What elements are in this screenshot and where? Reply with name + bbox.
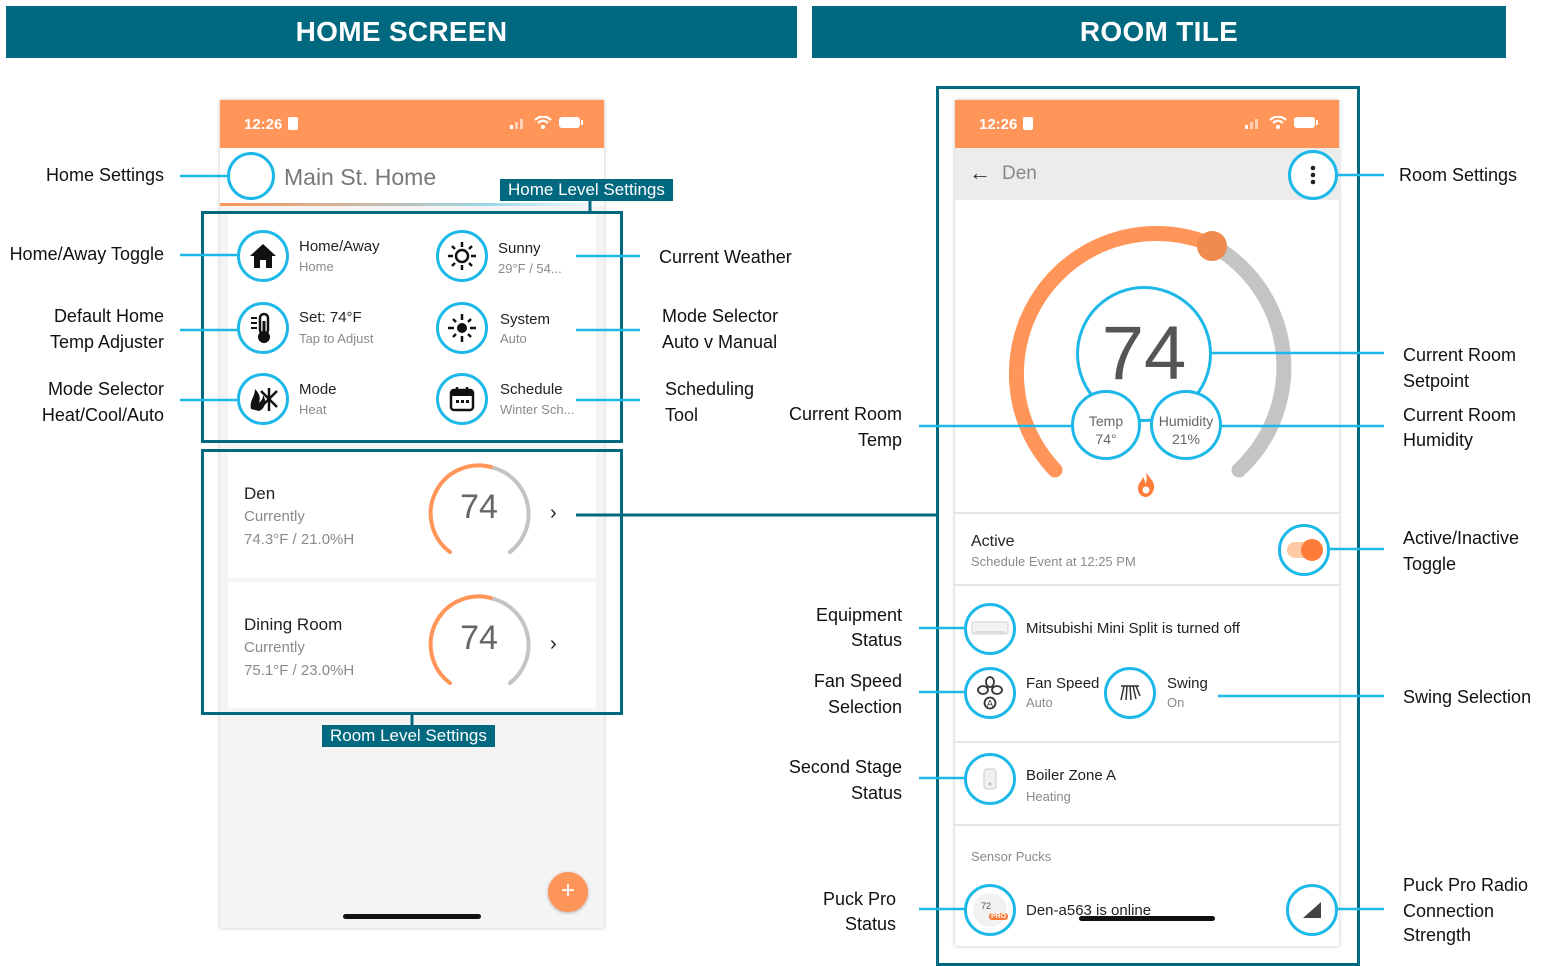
- back-arrow-icon[interactable]: ←: [969, 160, 991, 186]
- label-equipment: Equipment: [815, 605, 902, 625]
- label-fan-speed: Fan Speed: [813, 671, 902, 691]
- label-home-away: Home/Away Toggle: [9, 244, 164, 264]
- label-puck-pro: Puck Pro: [822, 889, 896, 909]
- puck-badge-temp: 72: [981, 901, 992, 911]
- active-toggle[interactable]: [1287, 539, 1323, 561]
- fan-auto-icon[interactable]: A: [964, 667, 1016, 719]
- puck-pro-icon: 72 PRO: [964, 884, 1016, 936]
- wifi-icon: [534, 116, 552, 129]
- label-scheduling: Scheduling: [665, 379, 755, 399]
- swing-sub: On: [1167, 695, 1185, 710]
- toggle-knob: [1301, 539, 1323, 561]
- signal-strength-icon[interactable]: [1286, 884, 1338, 936]
- label-setpoint: Setpoint: [1403, 371, 1470, 391]
- active-sub: Schedule Event at 12:25 PM: [971, 554, 1136, 569]
- label-active-toggle: Toggle: [1403, 554, 1457, 574]
- home-screen-banner: HOME SCREEN: [6, 6, 797, 58]
- status-icons: [1245, 116, 1319, 129]
- banner-title: ROOM TILE: [1079, 16, 1239, 47]
- big-setpoint[interactable]: 74: [1076, 306, 1212, 402]
- home-title: Main St. Home: [284, 164, 437, 190]
- home-indicator: [343, 914, 481, 919]
- active-toggle-ring[interactable]: [1278, 524, 1330, 576]
- humidity-value: 21%: [1171, 431, 1201, 447]
- flame-icon: [1138, 472, 1155, 497]
- kebab-menu-icon[interactable]: [1310, 165, 1316, 185]
- label-mode-auto: Mode Selector: [662, 306, 779, 326]
- svg-text:A: A: [987, 700, 994, 710]
- label-active-toggle: Active/Inactive: [1403, 528, 1520, 548]
- label-mode-selector: Heat/Cool/Auto: [41, 405, 164, 425]
- label-radio: Connection: [1403, 901, 1495, 921]
- divider: [955, 584, 1339, 586]
- label-second-stage: Status: [850, 783, 902, 803]
- label-equipment: Status: [850, 630, 902, 650]
- sim-icon: [288, 117, 298, 130]
- wifi-icon: [1269, 116, 1287, 129]
- header-gradient: [220, 203, 604, 206]
- label-mode-selector: Mode Selector: [47, 379, 164, 399]
- signal-icon: [1245, 118, 1258, 129]
- room-title: Den: [1002, 163, 1037, 184]
- status-bar: 12:26: [220, 100, 604, 148]
- room-level-frame: [201, 449, 623, 715]
- home-settings-menu-ring: [227, 152, 275, 200]
- label-room-settings: Room Settings: [1399, 165, 1518, 185]
- label-fan-speed: Selection: [827, 697, 902, 717]
- label-scheduling: Tool: [665, 405, 699, 425]
- room-header: ← Den: [955, 148, 1339, 200]
- divider: [955, 512, 1339, 514]
- room-tile-banner: ROOM TILE: [812, 6, 1506, 58]
- swing-title: Swing: [1167, 675, 1208, 692]
- active-title: Active: [971, 533, 1015, 550]
- boiler-sub: Heating: [1026, 789, 1071, 804]
- label-weather: Current Weather: [659, 247, 792, 267]
- status-time: 12:26: [979, 116, 1018, 133]
- home-level-frame: [201, 211, 623, 443]
- status-time: 12:26: [244, 116, 283, 133]
- humidity-label: Humidity: [1158, 413, 1214, 429]
- signal-icon: [510, 118, 523, 129]
- room-settings-ring[interactable]: [1288, 150, 1338, 200]
- equipment-status: Mitsubishi Mini Split is turned off: [1026, 620, 1240, 637]
- sim-icon: [1023, 117, 1033, 130]
- boiler-icon: [964, 753, 1016, 805]
- label-second-stage: Second Stage: [788, 757, 902, 777]
- divider: [955, 741, 1339, 743]
- divider: [955, 824, 1339, 826]
- label-radio: Strength: [1403, 925, 1472, 945]
- status-icons: [510, 116, 584, 129]
- battery-icon: [559, 117, 583, 128]
- status-bar: 12:26: [955, 100, 1339, 148]
- boiler-title: Boiler Zone A: [1026, 767, 1117, 784]
- sensor-pucks-header: Sensor Pucks: [971, 849, 1052, 864]
- label-room-temp: Current Room: [788, 404, 902, 424]
- puck-badge: 72 PRO: [973, 893, 1009, 927]
- label-setpoint: Current Room: [1403, 345, 1517, 365]
- label-room-temp: Temp: [857, 430, 902, 450]
- room-level-tag: Room Level Settings: [322, 725, 495, 747]
- home-indicator: [1079, 916, 1215, 921]
- battery-icon: [1294, 117, 1318, 128]
- label-humidity: Current Room: [1403, 405, 1517, 425]
- home-level-tag: Home Level Settings: [500, 179, 673, 201]
- add-fab-button[interactable]: +: [548, 872, 588, 912]
- mini-split-icon: [964, 603, 1016, 655]
- fan-sub: Auto: [1026, 695, 1053, 710]
- label-mode-auto: Auto v Manual: [662, 332, 778, 352]
- banner-title: HOME SCREEN: [295, 16, 508, 47]
- label-humidity: Humidity: [1403, 430, 1474, 450]
- temp-value: 74°: [1095, 431, 1117, 447]
- label-default-temp: Temp Adjuster: [49, 332, 164, 352]
- label-home-settings: Home Settings: [45, 165, 164, 185]
- label-default-temp: Default Home: [53, 306, 164, 326]
- puck-badge-pro: PRO: [989, 913, 1009, 920]
- label-swing: Swing Selection: [1403, 687, 1532, 707]
- temp-label: Temp: [1088, 413, 1124, 429]
- label-radio: Puck Pro Radio: [1403, 875, 1529, 895]
- label-puck-pro: Status: [844, 914, 896, 934]
- fan-title: Fan Speed: [1026, 675, 1100, 692]
- swing-icon[interactable]: [1104, 667, 1156, 719]
